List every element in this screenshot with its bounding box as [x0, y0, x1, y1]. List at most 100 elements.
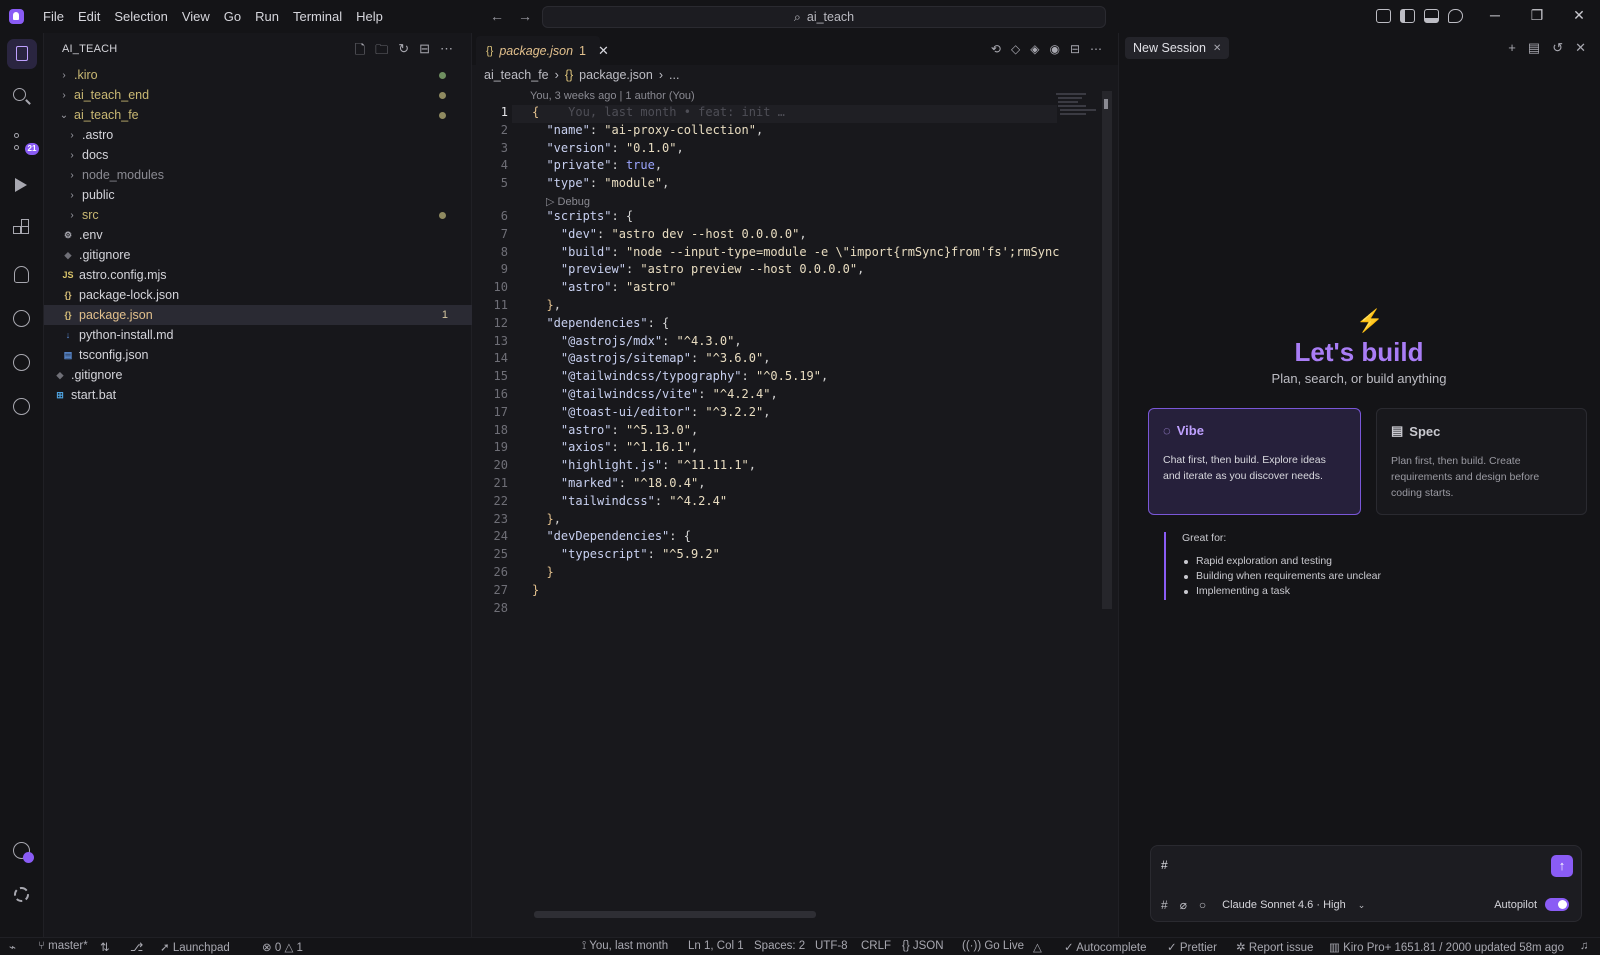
autocomplete[interactable]: ✓ Autocomplete — [1064, 940, 1147, 954]
tree-file-start-bat[interactable]: ⊞ start.bat — [44, 385, 472, 405]
indentation[interactable]: Spaces: 2 — [754, 940, 805, 952]
remote-indicator-icon[interactable]: ⌁ — [9, 940, 16, 954]
prettier[interactable]: ✓ Prettier — [1167, 940, 1217, 954]
go-live[interactable]: ((·)) Go Live — [962, 940, 1024, 952]
explorer-activity[interactable] — [7, 39, 37, 69]
close-window-icon[interactable]: ✕ — [1558, 7, 1600, 24]
split-editor-icon[interactable]: ⊟ — [1070, 42, 1080, 56]
model-selector[interactable]: Claude Sonnet 4.6 · High — [1222, 899, 1346, 911]
minimize-icon[interactable]: ─ — [1474, 7, 1516, 24]
menu-selection[interactable]: Selection — [107, 9, 174, 24]
blame-header[interactable]: You, 3 weeks ago | 1 author (You) — [530, 90, 695, 102]
run-debug-activity[interactable] — [11, 175, 33, 197]
launchpad[interactable]: ➚ Launchpad — [160, 940, 230, 954]
remote-activity[interactable] — [11, 308, 33, 330]
cursor-position[interactable]: Ln 1, Col 1 — [688, 940, 744, 952]
circle-status-icon[interactable]: ○ — [1199, 898, 1206, 912]
sync-icon[interactable]: ⇅ — [100, 940, 110, 954]
tree-folder-astro[interactable]: › .astro — [44, 125, 472, 145]
tree-file-gitignore[interactable]: ◆ .gitignore — [44, 245, 472, 265]
settings-activity[interactable] — [11, 884, 33, 906]
forward-arrow-icon[interactable]: → — [518, 8, 532, 24]
collapse-all-icon[interactable]: ⊟ — [419, 41, 430, 63]
next-change-icon[interactable]: ◈ — [1030, 42, 1039, 56]
tree-file-python-install[interactable]: ↓ python-install.md — [44, 325, 472, 345]
vertical-scrollbar[interactable] — [1102, 91, 1112, 609]
language-mode[interactable]: {} JSON — [902, 940, 944, 952]
source-control-activity[interactable]: 21 — [11, 131, 39, 155]
more-actions-icon[interactable]: ⋯ — [1090, 42, 1102, 56]
restore-icon[interactable]: ❐ — [1516, 7, 1558, 24]
extensions-activity[interactable] — [11, 219, 33, 241]
usage-indicator[interactable]: ▥ Kiro Pro+ 1651.81 / 2000 updated 58m a… — [1329, 940, 1564, 954]
blame-status[interactable]: ⟟ You, last month — [582, 940, 668, 953]
close-icon[interactable]: ✕ — [598, 43, 609, 59]
tree-file-package-lock[interactable]: {} package-lock.json — [44, 285, 472, 305]
branch-indicator[interactable]: ⑂ master* — [38, 940, 88, 952]
menu-go[interactable]: Go — [217, 9, 248, 24]
gitlens-icon[interactable]: ◉ — [1049, 42, 1059, 56]
menu-file[interactable]: File — [36, 9, 71, 24]
plus-icon[interactable]: + — [1508, 40, 1516, 56]
breadcrumb-symbol[interactable]: ... — [669, 68, 679, 82]
archive-icon[interactable]: ▤ — [1528, 40, 1540, 56]
encoding[interactable]: UTF-8 — [815, 940, 848, 952]
tab-package-json[interactable]: {} package.json 1 ✕ — [476, 36, 609, 65]
tree-file-env[interactable]: ⚙ .env — [44, 225, 472, 245]
toggle-chat-icon[interactable] — [1448, 9, 1463, 23]
tree-file-astro-config[interactable]: JS astro.config.mjs — [44, 265, 472, 285]
scroll-thumb[interactable] — [1104, 99, 1108, 109]
problems-indicator[interactable]: ⊗ 0 △ 1 — [262, 940, 303, 954]
chat-input-box[interactable]: # ↑ # ⌀ ○ Claude Sonnet 4.6 · High ⌄ Aut… — [1150, 845, 1582, 922]
line-ending[interactable]: CRLF — [861, 940, 891, 952]
toggle-panel-icon[interactable] — [1424, 9, 1439, 23]
attach-icon[interactable]: ⌀ — [1180, 898, 1187, 912]
minimap[interactable] — [1052, 91, 1102, 131]
search-activity[interactable] — [11, 86, 33, 108]
tree-folder-public[interactable]: › public — [44, 185, 472, 205]
menu-terminal[interactable]: Terminal — [286, 9, 349, 24]
new-folder-icon[interactable]: 🗀 — [375, 41, 388, 63]
spec-mode-card[interactable]: ▤ Spec Plan first, then build. Create re… — [1376, 408, 1587, 515]
tree-folder-kiro[interactable]: › .kiro — [44, 65, 472, 85]
back-arrow-icon[interactable]: ← — [490, 8, 504, 24]
send-button[interactable]: ↑ — [1551, 855, 1573, 877]
tree-file-root-gitignore[interactable]: ◆ .gitignore — [44, 365, 472, 385]
breadcrumb-folder[interactable]: ai_teach_fe — [484, 68, 549, 82]
horizontal-scrollbar[interactable] — [534, 911, 816, 918]
debug-codelens[interactable]: ▷ Debug — [546, 195, 590, 208]
new-file-icon[interactable]: 🗋 — [355, 41, 365, 63]
command-center[interactable]: ⌕ ai_teach — [542, 6, 1106, 28]
tree-folder-docs[interactable]: › docs — [44, 145, 472, 165]
tree-folder-ai-teach-fe[interactable]: ⌄ ai_teach_fe — [44, 105, 472, 125]
previous-change-icon[interactable]: ◇ — [1011, 42, 1020, 56]
more-actions-icon[interactable]: ⋯ — [440, 41, 453, 63]
gitlens-status-icon[interactable]: ⎇ — [130, 940, 143, 954]
close-icon[interactable]: ✕ — [1575, 40, 1586, 56]
breadcrumb-file[interactable]: package.json — [579, 68, 653, 82]
chevron-down-icon[interactable]: ⌄ — [1358, 900, 1366, 911]
accounts-activity[interactable] — [11, 840, 34, 863]
tree-file-package-json[interactable]: {} package.json 1 — [44, 305, 472, 325]
menu-help[interactable]: Help — [349, 9, 390, 24]
tree-folder-src[interactable]: › src — [44, 205, 472, 225]
tree-folder-node-modules[interactable]: › node_modules — [44, 165, 472, 185]
tree-file-tsconfig[interactable]: ▤ tsconfig.json — [44, 345, 472, 365]
chat-input[interactable]: # — [1161, 858, 1168, 872]
notifications-bell-icon[interactable]: ♫ — [1580, 940, 1589, 952]
tree-folder-ai-teach-end[interactable]: › ai_teach_end — [44, 85, 472, 105]
customize-layout-icon[interactable] — [1376, 9, 1391, 23]
history-icon[interactable]: ↺ — [1552, 40, 1563, 56]
hash-context-icon[interactable]: # — [1161, 898, 1168, 912]
tab-new-session[interactable]: New Session ✕ — [1125, 37, 1230, 59]
kiro-activity[interactable] — [11, 264, 33, 286]
testing-activity[interactable] — [11, 396, 33, 418]
report-issue[interactable]: ✲ Report issue — [1236, 940, 1313, 954]
menu-edit[interactable]: Edit — [71, 9, 107, 24]
vibe-mode-card[interactable]: ◌ Vibe Chat first, then build. Explore i… — [1148, 408, 1361, 515]
warning-status-icon[interactable]: △ — [1033, 940, 1042, 954]
menu-view[interactable]: View — [175, 9, 217, 24]
gitlens-activity[interactable] — [11, 352, 33, 374]
toggle-sidebar-icon[interactable] — [1400, 9, 1415, 23]
menu-run[interactable]: Run — [248, 9, 286, 24]
